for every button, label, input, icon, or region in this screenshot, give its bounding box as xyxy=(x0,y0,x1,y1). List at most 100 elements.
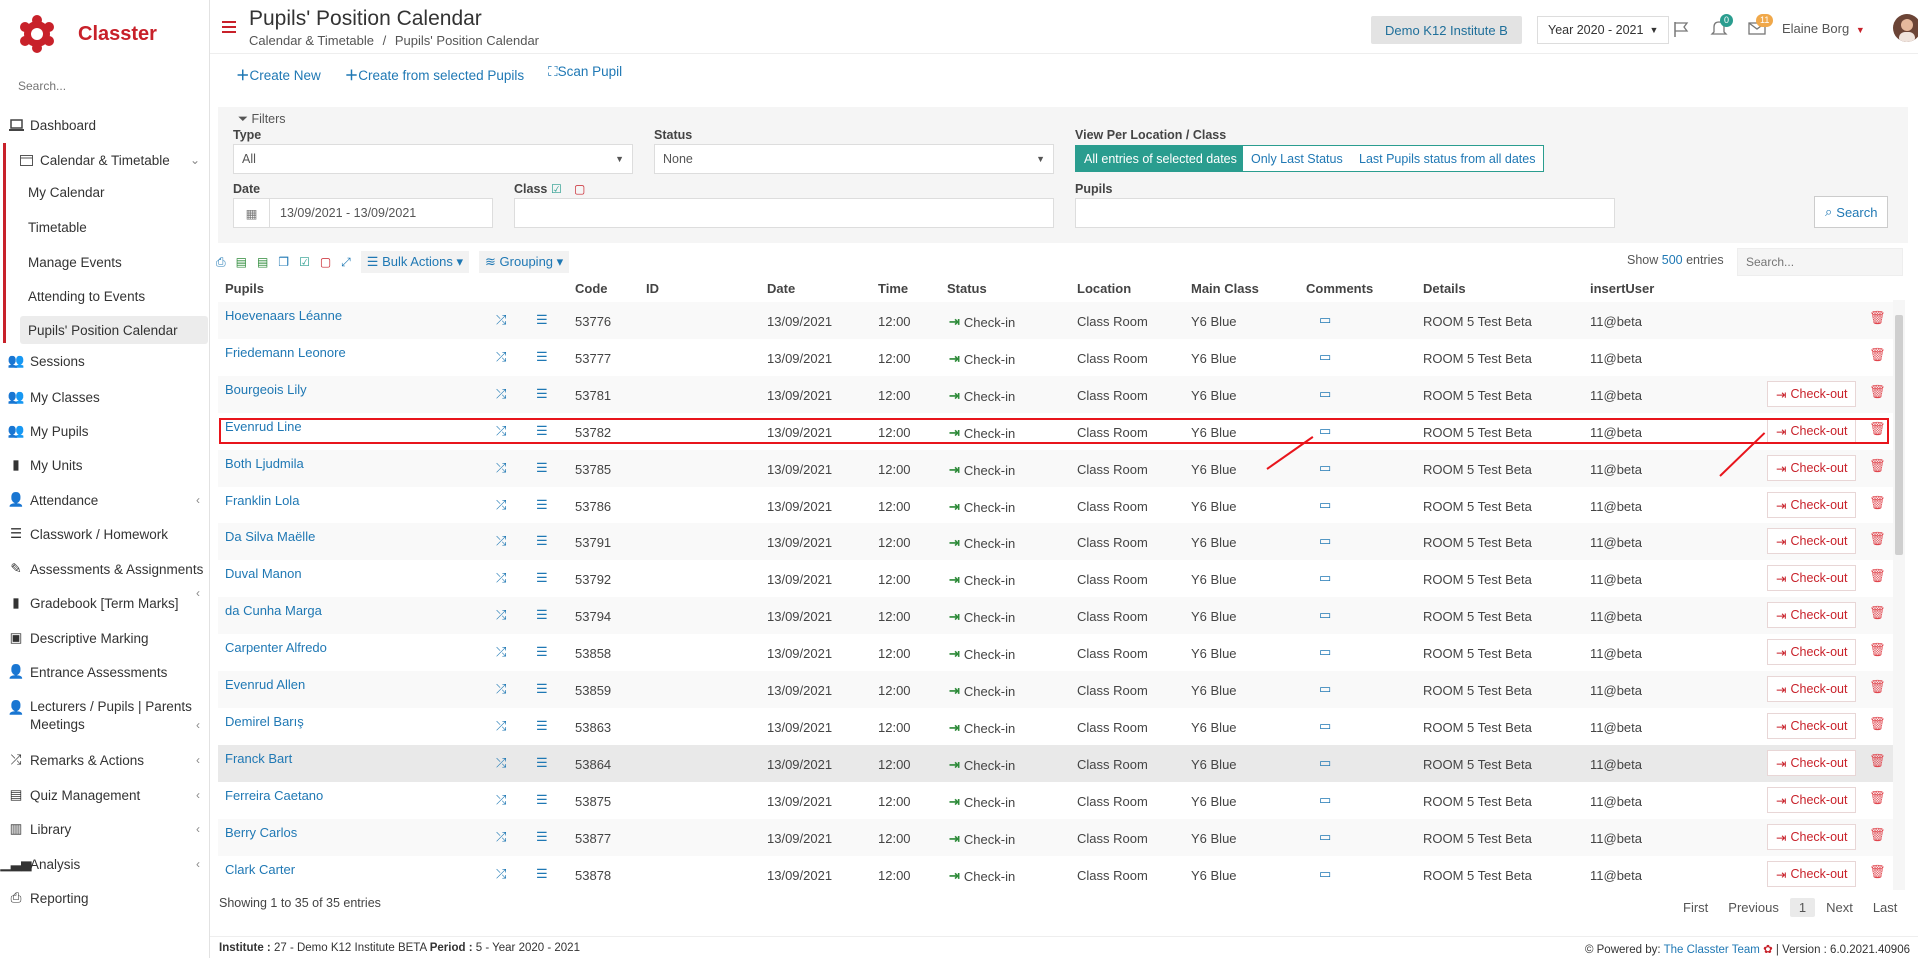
institute-selector[interactable]: Demo K12 Institute B xyxy=(1371,16,1522,44)
shuffle-icon[interactable]: ⤮ xyxy=(496,312,506,328)
table-row[interactable]: Both Ljudmila ⤮ ☰ 53785 13/09/2021 12:00 ⇥ Chec… xyxy=(218,450,1893,487)
list-icon[interactable]: ☰ xyxy=(536,718,548,734)
comment-icon[interactable]: ▭ xyxy=(1319,681,1331,697)
sidebar-item-calendar[interactable]: Calendar & Timetable ⌄ xyxy=(10,151,210,169)
list-icon[interactable]: ☰ xyxy=(536,607,548,623)
check-out-button[interactable]: ⇥ Check-out xyxy=(1767,528,1857,554)
table-row[interactable]: da Cunha Marga ⤮ ☰ 53794 13/09/2021 12:00 ⇥ Che… xyxy=(218,597,1893,634)
column-header-status[interactable]: Status xyxy=(947,281,987,296)
sidebar-item-entrance-assessments[interactable]: 👤 Entrance Assessments xyxy=(0,663,210,681)
pagination-next[interactable]: Next xyxy=(1817,898,1862,917)
comment-icon[interactable]: ▭ xyxy=(1319,829,1331,845)
pupil-name-link[interactable]: Bourgeois Lily xyxy=(225,382,307,397)
column-header-comments[interactable]: Comments xyxy=(1306,281,1373,296)
pupil-name-link[interactable]: Hoevenaars Léanne xyxy=(225,308,342,323)
year-selector[interactable]: Year 2020 - 2021 ▼ xyxy=(1537,16,1670,44)
list-icon[interactable]: ☰ xyxy=(536,681,548,697)
comment-icon[interactable]: ▭ xyxy=(1319,718,1331,734)
table-row[interactable]: Franklin Lola ⤮ ☰ 53786 13/09/2021 12:00 ⇥ Chec… xyxy=(218,487,1893,524)
delete-icon[interactable]: 🗑 xyxy=(1869,605,1886,621)
table-scrollbar-thumb[interactable] xyxy=(1895,315,1903,555)
table-row[interactable]: Franck Bart ⤮ ☰ 53864 13/09/2021 12:00 ⇥ Check-… xyxy=(218,745,1893,782)
comment-icon[interactable]: ▭ xyxy=(1319,792,1331,808)
pupil-name-link[interactable]: Franck Bart xyxy=(225,751,292,766)
shuffle-icon[interactable]: ⤮ xyxy=(496,570,506,586)
shuffle-icon[interactable]: ⤮ xyxy=(496,607,506,623)
pagination-first[interactable]: First xyxy=(1674,898,1717,917)
delete-icon[interactable]: 🗑 xyxy=(1869,495,1886,511)
shuffle-icon[interactable]: ⤮ xyxy=(496,644,506,660)
list-icon[interactable]: ☰ xyxy=(536,497,548,513)
status-select[interactable]: None ▼ xyxy=(654,144,1054,174)
list-icon[interactable]: ☰ xyxy=(536,644,548,660)
grouping-button[interactable]: ≋ Grouping ▾ xyxy=(479,251,570,273)
pupil-name-link[interactable]: Evenrud Allen xyxy=(225,677,305,692)
table-row[interactable]: Da Silva Maëlle ⤮ ☰ 53791 13/09/2021 12:00 ⇥ Ch… xyxy=(218,523,1893,560)
sidebar-item-sessions[interactable]: 👥 Sessions xyxy=(0,352,210,370)
shuffle-icon[interactable]: ⤮ xyxy=(496,681,506,697)
delete-icon[interactable]: 🗑 xyxy=(1869,384,1886,400)
sidebar-item-assessments[interactable]: ✎ Assessments & Assignments xyxy=(0,560,210,578)
flag-icon[interactable] xyxy=(1672,20,1690,41)
sidebar-subitem-pupils-position-calendar[interactable]: Pupils' Position Calendar xyxy=(28,323,178,338)
search-button[interactable]: ⌕ Search xyxy=(1814,196,1889,228)
list-icon[interactable]: ☰ xyxy=(536,829,548,845)
scan-pupil-button[interactable]: ⛶Scan Pupil xyxy=(548,64,622,84)
column-header-details[interactable]: Details xyxy=(1423,281,1466,296)
shuffle-icon[interactable]: ⤮ xyxy=(496,349,506,365)
select-all-classes-icon[interactable]: ☑ xyxy=(551,182,562,196)
sidebar-item-meetings[interactable]: 👤 Lecturers / Pupils | Parents Meetings ‹ xyxy=(0,698,210,734)
export-excel-icon[interactable]: ▤ xyxy=(236,255,247,269)
shuffle-icon[interactable]: ⤮ xyxy=(496,460,506,476)
shuffle-icon[interactable]: ⤮ xyxy=(496,866,506,882)
sidebar-item-my-units[interactable]: ▮ My Units xyxy=(0,456,210,474)
type-select[interactable]: All ▼ xyxy=(233,144,633,174)
shuffle-icon[interactable]: ⤮ xyxy=(496,829,506,845)
comment-icon[interactable]: ▭ xyxy=(1319,755,1331,771)
pupil-name-link[interactable]: Both Ljudmila xyxy=(225,456,304,471)
delete-icon[interactable]: 🗑 xyxy=(1869,347,1886,363)
list-icon[interactable]: ☰ xyxy=(536,792,548,808)
pupil-name-link[interactable]: da Cunha Marga xyxy=(225,603,322,618)
footer-team-link[interactable]: The Classter Team xyxy=(1664,944,1760,956)
delete-icon[interactable]: 🗑 xyxy=(1869,827,1886,843)
table-row[interactable]: Evenrud Allen ⤮ ☰ 53859 13/09/2021 12:00 ⇥ Chec… xyxy=(218,671,1893,708)
sidebar-item-analysis[interactable]: ▁▃▅ Analysis ‹ xyxy=(0,855,210,873)
comment-icon[interactable]: ▭ xyxy=(1319,460,1331,476)
delete-icon[interactable]: 🗑 xyxy=(1869,679,1886,695)
avatar[interactable] xyxy=(1893,14,1918,42)
sidebar-item-quiz[interactable]: ▤ Quiz Management ‹ xyxy=(0,786,210,804)
sidebar-item-dashboard[interactable]: Dashboard xyxy=(0,116,210,134)
view-all-entries-button[interactable]: All entries of selected dates xyxy=(1075,145,1246,172)
bell-icon[interactable]: 0 xyxy=(1710,14,1734,40)
sidebar-item-reporting[interactable]: ⎙ Reporting xyxy=(0,889,210,907)
shuffle-icon[interactable]: ⤮ xyxy=(496,386,506,402)
sidebar-search-input[interactable] xyxy=(18,79,193,93)
comment-icon[interactable]: ▭ xyxy=(1319,497,1331,513)
sidebar-item-classwork[interactable]: ☰ Classwork / Homework xyxy=(0,525,210,543)
pagination-previous[interactable]: Previous xyxy=(1719,898,1788,917)
sidebar-subitem-attending-events[interactable]: Attending to Events xyxy=(28,289,145,304)
menu-toggle-icon[interactable] xyxy=(222,21,236,33)
check-out-button[interactable]: ⇥ Check-out xyxy=(1767,455,1857,481)
table-row[interactable]: Hoevenaars Léanne ⤮ ☰ 53776 13/09/2021 12:00 ⇥… xyxy=(218,302,1893,339)
check-out-button[interactable]: ⇥ Check-out xyxy=(1767,565,1857,591)
export-csv-icon[interactable]: ▤ xyxy=(257,255,268,269)
check-out-button[interactable]: ⇥ Check-out xyxy=(1767,787,1857,813)
list-icon[interactable]: ☰ xyxy=(536,866,548,882)
copy-icon[interactable]: ❐ xyxy=(278,255,289,269)
sidebar-item-my-classes[interactable]: 👥 My Classes xyxy=(0,388,210,406)
delete-icon[interactable]: 🗑 xyxy=(1869,753,1886,769)
delete-icon[interactable]: 🗑 xyxy=(1869,310,1886,326)
pupils-input[interactable] xyxy=(1075,198,1615,228)
check-out-button[interactable]: ⇥ Check-out xyxy=(1767,676,1857,702)
clear-classes-icon[interactable]: ▢ xyxy=(574,182,585,196)
check-out-button[interactable]: ⇥ Check-out xyxy=(1767,713,1857,739)
list-icon[interactable]: ☰ xyxy=(536,386,548,402)
delete-icon[interactable]: 🗑 xyxy=(1869,864,1886,880)
list-icon[interactable]: ☰ xyxy=(536,460,548,476)
column-header-pupils[interactable]: Pupils xyxy=(225,281,264,296)
table-row[interactable]: Berry Carlos ⤮ ☰ 53877 13/09/2021 12:00 ⇥ Check… xyxy=(218,819,1893,856)
comment-icon[interactable]: ▭ xyxy=(1319,349,1331,365)
delete-icon[interactable]: 🗑 xyxy=(1869,458,1886,474)
